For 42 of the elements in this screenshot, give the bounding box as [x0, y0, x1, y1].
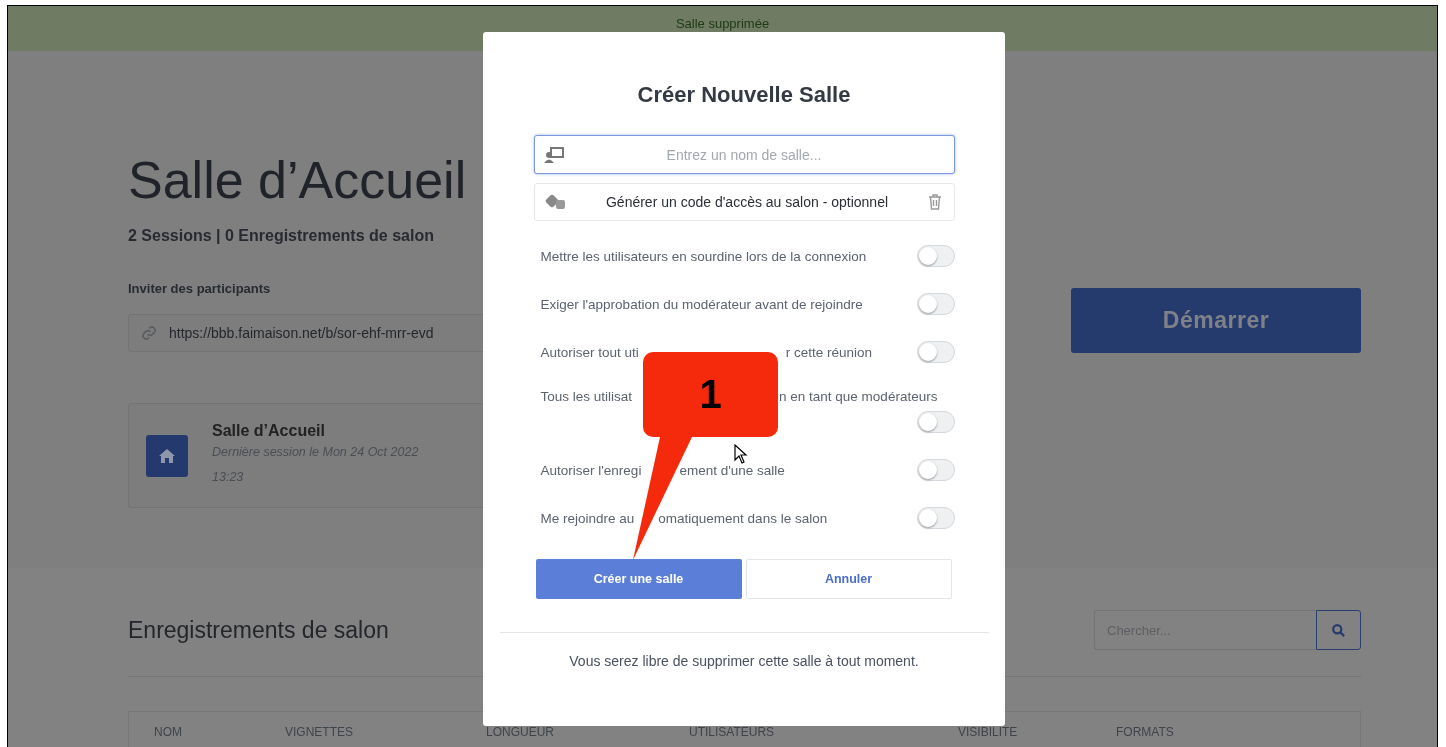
- option-label: r cette réunion: [785, 344, 873, 360]
- search-icon: [1331, 622, 1346, 638]
- create-room-button[interactable]: Créer une salle: [535, 559, 742, 599]
- toggle-switch[interactable]: [916, 341, 955, 363]
- column-header: UTILISATEURS: [689, 725, 776, 741]
- dialog-title: Créer Nouvelle Salle: [637, 82, 851, 108]
- dice-icon: [544, 194, 567, 210]
- step-callout: 1: [643, 352, 778, 437]
- invite-label: Inviter des participants: [128, 281, 272, 296]
- dialog-footer-note: Vous serez libre de supprimer cette salle à tout moment.: [569, 653, 919, 669]
- link-icon: [141, 325, 157, 341]
- cancel-button[interactable]: Annuler: [745, 559, 952, 599]
- option-label: Exiger l'approbation du modérateur avant de rejoindre: [540, 296, 863, 312]
- room-name: Salle d’Accueil: [212, 422, 326, 440]
- toggle-switch[interactable]: [916, 507, 955, 529]
- trash-icon[interactable]: [927, 194, 942, 210]
- recordings-title: Enregistrements de salon: [128, 616, 389, 644]
- option-label: Tous les utilisat: [540, 389, 633, 404]
- toggle-switch[interactable]: [916, 245, 955, 267]
- option-label: omatiquement dans le salon: [658, 510, 828, 526]
- toggle-switch[interactable]: [916, 411, 955, 433]
- column-header: LONGUEUR: [486, 725, 555, 741]
- option-label: n en tant que modérateurs: [779, 389, 938, 404]
- column-header: NOM: [154, 725, 183, 741]
- notification-message: Salle supprimée: [675, 16, 770, 33]
- option-label: ement d'une salle: [679, 462, 785, 478]
- column-header: VISIBILITE: [958, 725, 1019, 741]
- home-icon: [146, 435, 188, 477]
- presenter-icon: [543, 147, 564, 163]
- room-name-field[interactable]: Entrez un nom de salle...: [533, 135, 955, 174]
- column-header: VIGNETTES: [285, 725, 354, 741]
- option-label: Mettre les utilisateurs en sourdine lors de la connexion: [540, 248, 867, 264]
- room-stats: 2 Sessions | 0 Enregistrements de salon: [128, 227, 435, 245]
- search-button[interactable]: [1316, 610, 1361, 650]
- toggle-switch[interactable]: [916, 459, 955, 481]
- toggle-switch[interactable]: [916, 293, 955, 315]
- room-title: Salle d’Accueil: [128, 150, 467, 211]
- column-header: FORMATS: [1116, 725, 1175, 741]
- option-label: Me rejoindre au: [540, 510, 635, 526]
- start-button[interactable]: Démarrer: [1071, 288, 1361, 353]
- cursor-icon: [734, 444, 748, 464]
- access-code-button[interactable]: Générer un code d'accès au salon - optionnel: [533, 183, 955, 221]
